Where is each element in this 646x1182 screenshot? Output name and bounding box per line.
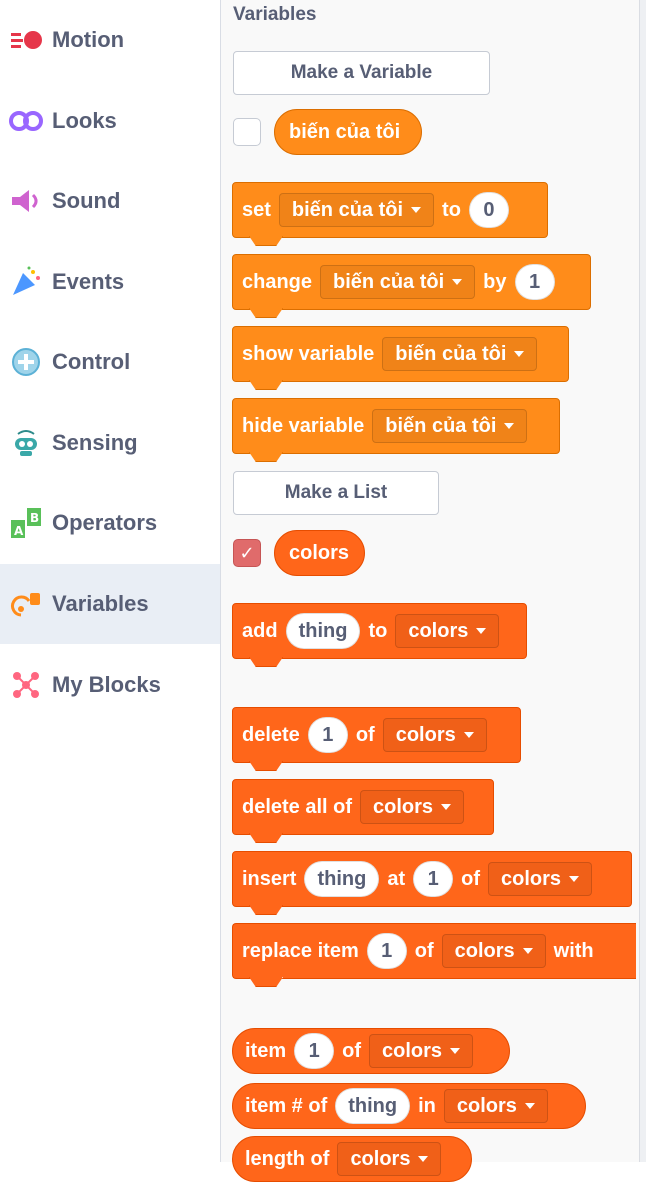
category-label: Motion	[52, 27, 125, 52]
sound-icon	[8, 183, 44, 219]
set-variable-block[interactable]: set biến của tôi to 0	[232, 182, 548, 238]
variable-checkbox[interactable]	[233, 118, 261, 146]
index-input[interactable]: 1	[366, 933, 407, 969]
category-myblocks[interactable]: My Blocks	[0, 645, 220, 725]
motion-icon	[8, 22, 44, 58]
item-input[interactable]: thing	[285, 613, 361, 649]
list-dropdown[interactable]: colors	[337, 1142, 442, 1176]
list-dropdown[interactable]: colors	[443, 1089, 548, 1123]
hide-variable-block[interactable]: hide variable biến của tôi	[232, 398, 560, 454]
list-dropdown[interactable]: colors	[488, 862, 593, 896]
index-input[interactable]: 1	[413, 861, 454, 897]
category-label: Control	[52, 349, 131, 374]
index-input[interactable]: 1	[294, 1033, 335, 1069]
variables-icon	[8, 586, 44, 622]
show-variable-block[interactable]: show variable biến của tôi	[232, 326, 569, 382]
insert-at-list-block[interactable]: insert thing at 1 of colors	[232, 851, 632, 907]
length-of-list-reporter[interactable]: length of colors	[232, 1136, 472, 1182]
list-dropdown[interactable]: colors	[395, 614, 500, 648]
chevron-down-icon	[514, 351, 525, 357]
variable-reporter[interactable]: biến của tôi	[274, 109, 422, 155]
palette-scrollbar[interactable]	[639, 0, 646, 1162]
list-name: colors	[289, 541, 350, 564]
chevron-down-icon	[569, 876, 580, 882]
delete-of-list-block[interactable]: delete 1 of colors	[232, 707, 521, 763]
value-input[interactable]: 0	[468, 192, 509, 228]
item-number-of-reporter[interactable]: item # of thing in colors	[232, 1083, 586, 1129]
chevron-down-icon	[441, 804, 452, 810]
variable-dropdown[interactable]: biến của tôi	[382, 337, 538, 371]
list-dropdown[interactable]: colors	[369, 1034, 474, 1068]
section-title: Variables	[233, 4, 317, 25]
category-sensing[interactable]: Sensing	[0, 403, 220, 483]
chevron-down-icon	[504, 423, 515, 429]
category-label: Operators	[52, 510, 158, 535]
category-label: Events	[52, 269, 125, 294]
item-of-list-reporter[interactable]: item 1 of colors	[232, 1028, 510, 1074]
control-icon	[8, 344, 44, 380]
list-reporter[interactable]: colors	[274, 530, 365, 576]
chevron-down-icon	[476, 628, 487, 634]
events-icon	[8, 264, 44, 300]
category-motion[interactable]: Motion	[0, 0, 220, 80]
category-sidebar: Motion Looks Sound Events Control Sensin…	[0, 0, 221, 1162]
variable-dropdown[interactable]: biến của tôi	[320, 265, 476, 299]
chevron-down-icon	[418, 1156, 429, 1162]
chevron-down-icon	[463, 732, 474, 738]
category-operators[interactable]: AB Operators	[0, 483, 220, 563]
category-events[interactable]: Events	[0, 242, 220, 322]
chevron-down-icon	[452, 279, 463, 285]
item-input[interactable]: thing	[335, 1088, 411, 1124]
looks-icon	[8, 103, 44, 139]
category-sound[interactable]: Sound	[0, 161, 220, 241]
chevron-down-icon	[450, 1048, 461, 1054]
index-input[interactable]: 1	[307, 717, 348, 753]
change-variable-block[interactable]: change biến của tôi by 1	[232, 254, 591, 310]
delete-all-of-list-block[interactable]: delete all of colors	[232, 779, 494, 835]
category-control[interactable]: Control	[0, 322, 220, 402]
category-label: My Blocks	[52, 672, 161, 697]
make-variable-button[interactable]: Make a Variable	[233, 51, 490, 95]
replace-item-block[interactable]: replace item 1 of colors with	[232, 923, 636, 979]
category-label: Looks	[52, 108, 117, 133]
category-label: Variables	[52, 591, 149, 616]
sensing-icon	[8, 425, 44, 461]
list-dropdown[interactable]: colors	[441, 934, 546, 968]
block-palette	[221, 0, 639, 1162]
make-list-button[interactable]: Make a List	[233, 471, 439, 515]
variable-name: biến của tôi	[289, 120, 401, 143]
add-to-list-block[interactable]: add thing to colors	[232, 603, 527, 659]
list-dropdown[interactable]: colors	[360, 790, 465, 824]
list-dropdown[interactable]: colors	[382, 718, 487, 752]
svg-text:A: A	[14, 524, 24, 538]
myblocks-icon	[8, 667, 44, 703]
category-variables[interactable]: Variables	[0, 564, 220, 644]
chevron-down-icon	[411, 207, 422, 213]
category-label: Sensing	[52, 430, 138, 455]
list-checkbox[interactable]: ✓	[233, 539, 261, 567]
category-label: Sound	[52, 188, 121, 213]
chevron-down-icon	[524, 1103, 535, 1109]
item-input[interactable]: thing	[304, 861, 380, 897]
check-icon: ✓	[239, 542, 255, 563]
variable-dropdown[interactable]: biến của tôi	[278, 193, 435, 227]
operators-icon: AB	[8, 505, 44, 541]
variable-dropdown[interactable]: biến của tôi	[372, 409, 528, 443]
svg-text:B: B	[30, 511, 39, 525]
category-looks[interactable]: Looks	[0, 81, 220, 161]
chevron-down-icon	[522, 948, 533, 954]
value-input[interactable]: 1	[514, 264, 555, 300]
